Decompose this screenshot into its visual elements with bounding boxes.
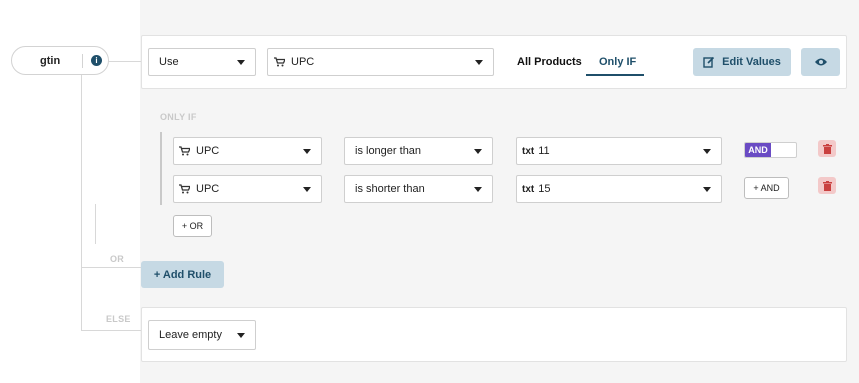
- edit-values-label: Edit Values: [722, 56, 781, 68]
- condition-2-value-prefix: txt: [522, 183, 535, 195]
- tree-line-main: [81, 74, 82, 330]
- tree-line-branch: [108, 61, 141, 62]
- condition-2-operator-select[interactable]: is shorter than: [344, 175, 493, 203]
- conditions-group-bar: [160, 132, 162, 205]
- cart-icon: [179, 146, 191, 156]
- condition-1-operator-value: is longer than: [355, 145, 422, 157]
- condition-1-delete-button[interactable]: [818, 140, 836, 157]
- condition-1-value: 11: [538, 145, 550, 157]
- condition-2-field-select[interactable]: UPC: [173, 175, 322, 203]
- or-label: OR: [110, 254, 125, 264]
- tab-active-underline: [586, 74, 644, 76]
- chevron-down-icon: [475, 59, 483, 65]
- source-select-value: UPC: [291, 56, 315, 68]
- chevron-down-icon: [474, 186, 482, 192]
- tree-line-inner: [95, 204, 96, 244]
- condition-1-field-select[interactable]: UPC: [173, 137, 322, 165]
- cart-icon: [274, 57, 286, 67]
- tree-line-else: [81, 330, 141, 331]
- info-icon[interactable]: i: [91, 55, 102, 66]
- condition-1-value-select[interactable]: txt 11: [516, 137, 722, 165]
- field-pill[interactable]: gtin i: [11, 46, 109, 75]
- trash-icon: [822, 143, 832, 154]
- field-divider: [82, 54, 83, 68]
- add-rule-button[interactable]: + Add Rule: [141, 261, 224, 288]
- condition-1-operator-select[interactable]: is longer than: [344, 137, 493, 165]
- chevron-down-icon: [703, 186, 711, 192]
- else-label: ELSE: [106, 314, 131, 324]
- chevron-down-icon: [303, 186, 311, 192]
- chevron-down-icon: [237, 59, 245, 65]
- condition-2-value-select[interactable]: txt 15: [516, 175, 722, 203]
- condition-2-value: 15: [538, 183, 551, 195]
- else-select[interactable]: Leave empty: [148, 320, 256, 350]
- tree-line-or: [81, 267, 141, 268]
- else-select-value: Leave empty: [159, 329, 222, 341]
- preview-button[interactable]: [801, 48, 840, 76]
- condition-1-field-value: UPC: [196, 145, 220, 157]
- eye-icon: [814, 57, 828, 67]
- field-name: gtin: [40, 54, 61, 67]
- condition-2-delete-button[interactable]: [818, 177, 836, 194]
- chevron-down-icon: [303, 148, 311, 154]
- chevron-down-icon: [474, 148, 482, 154]
- condition-1-value-prefix: txt: [522, 145, 535, 157]
- and-toggle-label: AND: [745, 143, 771, 157]
- condition-2-operator-value: is shorter than: [355, 183, 425, 195]
- chevron-down-icon: [703, 148, 711, 154]
- condition-2-field-value: UPC: [196, 183, 220, 195]
- cart-icon: [179, 184, 191, 194]
- tab-all-products[interactable]: All Products: [517, 56, 582, 68]
- source-select[interactable]: UPC: [267, 48, 494, 76]
- edit-icon: [703, 56, 715, 68]
- mode-select-value: Use: [159, 56, 179, 68]
- chevron-down-icon: [237, 332, 245, 338]
- tab-only-if[interactable]: Only IF: [599, 56, 636, 68]
- add-or-button[interactable]: + OR: [173, 215, 212, 237]
- only-if-label: ONLY IF: [160, 112, 197, 122]
- and-toggle[interactable]: AND: [744, 142, 797, 158]
- add-and-button[interactable]: + AND: [744, 177, 789, 199]
- mode-select[interactable]: Use: [148, 48, 256, 76]
- trash-icon: [822, 180, 832, 191]
- edit-values-button[interactable]: Edit Values: [693, 48, 791, 76]
